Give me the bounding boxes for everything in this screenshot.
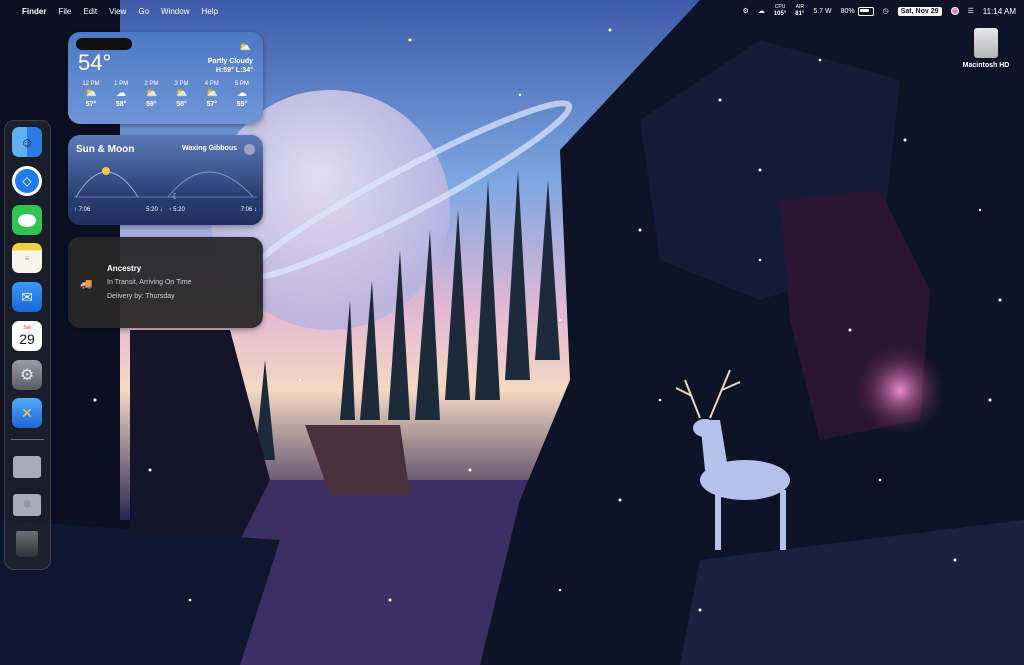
hour-forecast: 2 PM ⛅ 59°	[136, 81, 166, 108]
menu-help[interactable]: Help	[201, 7, 217, 16]
clock[interactable]: 11:14 AM	[983, 7, 1016, 16]
hour-forecast: 4 PM ⛅ 57°	[197, 81, 227, 108]
xcode-tools-icon[interactable]: ✕	[12, 398, 42, 428]
control-center-icon[interactable]: ☰	[968, 7, 974, 15]
redacted-location	[76, 38, 132, 50]
hour-temp: 57°	[206, 101, 218, 108]
menu-edit[interactable]: Edit	[83, 7, 97, 16]
partly-cloudy-icon: ⛅	[238, 42, 251, 53]
cpu-value: 105°	[773, 11, 787, 17]
hourly-forecast: 12 PM ⛅ 57° 1 PM ☁ 58° 2 PM ⛅ 59° 3 PM ⛅…	[76, 81, 257, 108]
drive-label: Macintosh HD	[962, 62, 1010, 69]
menu-window[interactable]: Window	[161, 7, 189, 16]
system-settings-icon[interactable]: ⚙	[12, 360, 42, 390]
finder-icon[interactable]: ☺	[12, 127, 42, 157]
air-label: AIR	[795, 4, 804, 10]
ancestry-delivery-widget[interactable]: 🚚 Ancestry In Transit, Arriving On Time …	[68, 237, 263, 328]
moon-phase-icon	[244, 144, 255, 155]
app-menu-finder[interactable]: Finder	[22, 7, 46, 16]
menu-file[interactable]: File	[58, 7, 71, 16]
cpu-label: CPU	[774, 4, 786, 10]
safari-icon[interactable]: ◇	[12, 166, 42, 196]
cloud-status-icon[interactable]: ☁	[758, 7, 765, 15]
control-icon[interactable]: ⚙	[743, 7, 749, 15]
macintosh-hd-icon[interactable]: Macintosh HD	[958, 28, 1014, 69]
partly-cloudy-icon: ⛅	[145, 88, 158, 99]
menu-bar: Finder File Edit View Go Window Help ⚙ ☁…	[0, 0, 1024, 22]
cloudy-icon: ☁	[236, 88, 247, 99]
battery-icon	[857, 6, 874, 16]
sun-moon-times: ↑ 7:06 5:20 ↓ ↑ 5:20 7:06 ↓	[74, 207, 257, 213]
calendar-icon[interactable]: Sat 29	[12, 321, 42, 351]
hour-forecast: 5 PM ☁ 55°	[227, 81, 257, 108]
weather-condition-block: Partly Cloudy H:59° L:34°	[208, 57, 253, 75]
sun-moon-widget[interactable]: ☾ Sun & Moon Waxing Gibbous ↑ 7:06 5:20 …	[68, 135, 263, 225]
sun-icon	[102, 167, 110, 175]
air-temp-status[interactable]: AIR 81°	[795, 4, 804, 18]
mail-icon[interactable]: ✉	[12, 282, 42, 312]
power-status[interactable]: 5.7 W	[813, 8, 831, 15]
time-machine-icon[interactable]: ◷	[883, 7, 889, 15]
moonrise-time: ↑ 5:20	[168, 207, 185, 213]
hour-temp: 59°	[146, 101, 157, 108]
cpu-temp-status[interactable]: CPU 105°	[774, 4, 786, 18]
menu-go[interactable]: Go	[138, 7, 149, 16]
sunrise-time: ↑ 7:06	[74, 207, 91, 213]
hour-forecast: 12 PM ⛅ 57°	[76, 81, 106, 108]
hour-temp: 55°	[236, 101, 248, 108]
calendar-day: 29	[19, 331, 35, 347]
moonrise-value: 5:20	[173, 207, 185, 213]
weather-widget[interactable]: 54° ⛅ Partly Cloudy H:59° L:34° 12 PM ⛅ …	[68, 32, 263, 124]
air-value: 81°	[795, 11, 805, 17]
weather-condition: Partly Cloudy	[207, 58, 253, 65]
user-avatar[interactable]	[950, 7, 959, 15]
partly-cloudy-icon: ⛅	[84, 88, 98, 99]
battery-status[interactable]: 80%	[840, 6, 874, 16]
current-temperature: 54°	[78, 50, 112, 75]
package-name: Ancestry	[107, 264, 142, 273]
trash-icon[interactable]	[12, 529, 42, 559]
package-status: In Transit, Arriving On Time	[107, 279, 192, 286]
sun-moon-title: Sun & Moon	[76, 144, 135, 155]
moon-icon: ☾	[172, 192, 179, 201]
moon-phase: Waxing Gibbous	[182, 145, 237, 152]
weather-high-low: H:59° L:34°	[215, 67, 253, 74]
delivery-truck-icon: 🚚	[80, 279, 93, 290]
moonset-time: 7:06 ↓	[240, 207, 257, 213]
dock-separator	[11, 439, 44, 440]
hour-temp: 58°	[176, 101, 187, 108]
hard-drive-icon	[974, 28, 998, 58]
notes-icon[interactable]: ≡	[12, 243, 42, 273]
battery-percent: 80%	[840, 7, 855, 15]
moonset-value: 7:06	[240, 207, 253, 213]
dock: ☺ ◇ ≡ ✉ Sat 29 ⚙ ✕ ⊕	[4, 120, 51, 570]
sunrise-value: 7:06	[78, 207, 91, 213]
hour-temp: 58°	[115, 101, 127, 108]
delivery-estimate: Delivery by: Thursday	[107, 293, 175, 300]
sunset-value: 5:20	[146, 207, 158, 213]
sunset-time: 5:20 ↓	[146, 207, 163, 213]
partly-cloudy-icon: ⛅	[205, 88, 218, 99]
hour-forecast: 1 PM ☁ 58°	[106, 81, 136, 108]
menu-view[interactable]: View	[109, 7, 126, 16]
date-display[interactable]: Sat, Nov 29	[897, 6, 942, 16]
downloads-folder-icon[interactable]: ⊕	[12, 490, 42, 520]
cloudy-icon: ☁	[116, 88, 127, 99]
messages-icon[interactable]	[12, 205, 42, 235]
hour-temp: 57°	[85, 101, 97, 108]
documents-folder-icon[interactable]	[12, 452, 42, 482]
hour-forecast: 3 PM ⛅ 58°	[167, 81, 197, 108]
partly-cloudy-icon: ⛅	[175, 88, 188, 99]
mid-times: 5:20 ↓ ↑ 5:20	[146, 207, 185, 213]
